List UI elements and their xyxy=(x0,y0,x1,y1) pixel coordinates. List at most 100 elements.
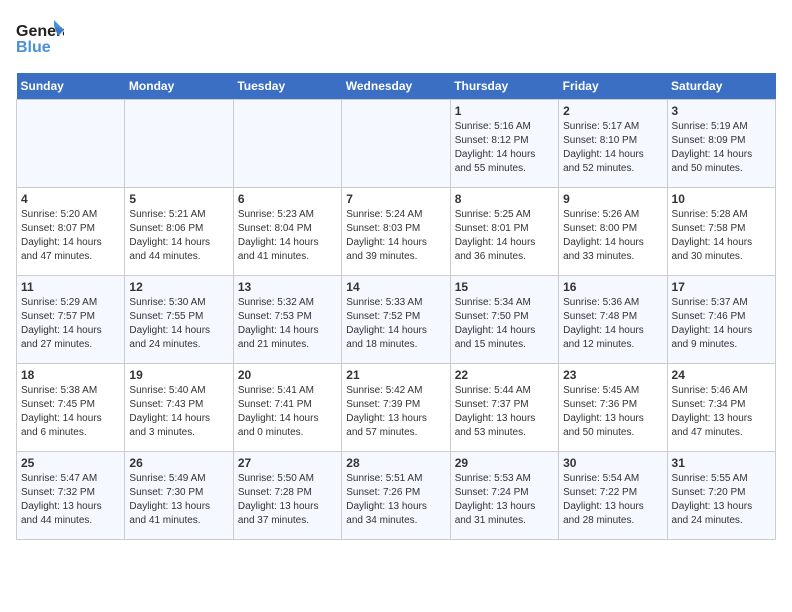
calendar-cell: 22 Sunrise: 5:44 AM Sunset: 7:37 PM Dayli… xyxy=(450,364,558,452)
calendar-week-row: 1 Sunrise: 5:16 AM Sunset: 8:12 PM Daylig… xyxy=(17,100,776,188)
calendar-cell: 27Sunrise: 5:50 AM Sunset: 7:28 PM Dayli… xyxy=(233,452,341,540)
day-info: Sunrise: 5:29 AM Sunset: 7:57 PM Dayligh… xyxy=(21,296,120,352)
calendar-cell: 13 Sunrise: 5:32 AM Sunset: 7:53 PM Dayli… xyxy=(233,276,341,364)
day-number: 14 xyxy=(346,280,445,294)
day-number: 30 xyxy=(563,456,662,470)
calendar-week-row: 25 Sunrise: 5:47 AM Sunset: 7:32 PM Dayli… xyxy=(17,452,776,540)
day-number: 23 xyxy=(563,368,662,382)
day-number: 1 xyxy=(455,104,554,118)
header-tuesday: Tuesday xyxy=(233,73,341,100)
header-saturday: Saturday xyxy=(667,73,775,100)
day-number: 17 xyxy=(672,280,771,294)
day-number: 18 xyxy=(21,368,120,382)
calendar-cell xyxy=(342,100,450,188)
calendar-cell: 4 Sunrise: 5:20 AM Sunset: 8:07 PM Daylig… xyxy=(17,188,125,276)
day-info: Sunrise: 5:28 AM Sunset: 7:58 PM Dayligh… xyxy=(672,208,771,264)
header-thursday: Thursday xyxy=(450,73,558,100)
day-info: Sunrise: 5:40 AM Sunset: 7:43 PM Dayligh… xyxy=(129,384,228,440)
day-number: 8 xyxy=(455,192,554,206)
day-number: 19 xyxy=(129,368,228,382)
day-number: 10 xyxy=(672,192,771,206)
day-number: 13 xyxy=(238,280,337,294)
calendar-cell: 17 Sunrise: 5:37 AM Sunset: 7:46 PM Dayli… xyxy=(667,276,775,364)
day-number: 22 xyxy=(455,368,554,382)
day-info: Sunrise: 5:30 AM Sunset: 7:55 PM Dayligh… xyxy=(129,296,228,352)
svg-text:Blue: Blue xyxy=(16,39,51,56)
calendar-week-row: 18 Sunrise: 5:38 AM Sunset: 7:45 PM Dayli… xyxy=(17,364,776,452)
day-number: 11 xyxy=(21,280,120,294)
calendar-cell: 10 Sunrise: 5:28 AM Sunset: 7:58 PM Dayli… xyxy=(667,188,775,276)
day-info: Sunrise: 5:38 AM Sunset: 7:45 PM Dayligh… xyxy=(21,384,120,440)
day-number: 9 xyxy=(563,192,662,206)
calendar-cell: 16 Sunrise: 5:36 AM Sunset: 7:48 PM Dayli… xyxy=(559,276,667,364)
day-info: Sunrise: 5:32 AM Sunset: 7:53 PM Dayligh… xyxy=(238,296,337,352)
day-info: Sunrise: 5:25 AM Sunset: 8:01 PM Dayligh… xyxy=(455,208,554,264)
calendar-cell: 26 Sunrise: 5:49 AM Sunset: 7:30 PM Dayli… xyxy=(125,452,233,540)
day-number: 4 xyxy=(21,192,120,206)
day-info: Sunrise: 5:54 AM Sunset: 7:22 PM Dayligh… xyxy=(563,472,662,528)
calendar-cell: 12 Sunrise: 5:30 AM Sunset: 7:55 PM Dayli… xyxy=(125,276,233,364)
calendar-cell: 2 Sunrise: 5:17 AM Sunset: 8:10 PM Daylig… xyxy=(559,100,667,188)
day-info: Sunrise: 5:47 AM Sunset: 7:32 PM Dayligh… xyxy=(21,472,120,528)
calendar-cell: 24 Sunrise: 5:46 AM Sunset: 7:34 PM Dayli… xyxy=(667,364,775,452)
calendar-cell: 25 Sunrise: 5:47 AM Sunset: 7:32 PM Dayli… xyxy=(17,452,125,540)
calendar-cell: 19 Sunrise: 5:40 AM Sunset: 7:43 PM Dayli… xyxy=(125,364,233,452)
day-number: 31 xyxy=(672,456,771,470)
day-info: Sunrise: 5:34 AM Sunset: 7:50 PM Dayligh… xyxy=(455,296,554,352)
logo: General Blue xyxy=(16,16,64,61)
day-number: 5 xyxy=(129,192,228,206)
calendar-cell xyxy=(125,100,233,188)
day-info: Sunrise: 5:50 AM Sunset: 7:28 PM Dayligh… xyxy=(238,472,337,528)
calendar-cell: 9 Sunrise: 5:26 AM Sunset: 8:00 PM Daylig… xyxy=(559,188,667,276)
header-sunday: Sunday xyxy=(17,73,125,100)
logo-icon: General Blue xyxy=(16,16,64,61)
day-number: 26 xyxy=(129,456,228,470)
page-header: General Blue xyxy=(16,16,776,61)
day-info: Sunrise: 5:21 AM Sunset: 8:06 PM Dayligh… xyxy=(129,208,228,264)
day-number: 21 xyxy=(346,368,445,382)
day-number: 28 xyxy=(346,456,445,470)
day-number: 12 xyxy=(129,280,228,294)
day-number: 6 xyxy=(238,192,337,206)
day-number: 24 xyxy=(672,368,771,382)
day-info: Sunrise: 5:45 AM Sunset: 7:36 PM Dayligh… xyxy=(563,384,662,440)
day-number: 16 xyxy=(563,280,662,294)
header-wednesday: Wednesday xyxy=(342,73,450,100)
day-number: 7 xyxy=(346,192,445,206)
calendar-cell: 21 Sunrise: 5:42 AM Sunset: 7:39 PM Dayli… xyxy=(342,364,450,452)
calendar-cell: 18 Sunrise: 5:38 AM Sunset: 7:45 PM Dayli… xyxy=(17,364,125,452)
calendar-cell: 6 Sunrise: 5:23 AM Sunset: 8:04 PM Daylig… xyxy=(233,188,341,276)
calendar-cell xyxy=(17,100,125,188)
day-info: Sunrise: 5:41 AM Sunset: 7:41 PM Dayligh… xyxy=(238,384,337,440)
day-number: 2 xyxy=(563,104,662,118)
calendar-cell: 5 Sunrise: 5:21 AM Sunset: 8:06 PM Daylig… xyxy=(125,188,233,276)
day-number: 25 xyxy=(21,456,120,470)
day-number: 29 xyxy=(455,456,554,470)
calendar-cell xyxy=(233,100,341,188)
calendar-header-row: SundayMondayTuesdayWednesdayThursdayFrid… xyxy=(17,73,776,100)
calendar-cell: 1 Sunrise: 5:16 AM Sunset: 8:12 PM Daylig… xyxy=(450,100,558,188)
calendar-week-row: 11 Sunrise: 5:29 AM Sunset: 7:57 PM Dayli… xyxy=(17,276,776,364)
day-info: Sunrise: 5:44 AM Sunset: 7:37 PM Dayligh… xyxy=(455,384,554,440)
calendar-cell: 31 Sunrise: 5:55 AM Sunset: 7:20 PM Dayli… xyxy=(667,452,775,540)
day-info: Sunrise: 5:23 AM Sunset: 8:04 PM Dayligh… xyxy=(238,208,337,264)
calendar-table: SundayMondayTuesdayWednesdayThursdayFrid… xyxy=(16,73,776,540)
day-info: Sunrise: 5:55 AM Sunset: 7:20 PM Dayligh… xyxy=(672,472,771,528)
day-info: Sunrise: 5:20 AM Sunset: 8:07 PM Dayligh… xyxy=(21,208,120,264)
day-info: Sunrise: 5:37 AM Sunset: 7:46 PM Dayligh… xyxy=(672,296,771,352)
day-info: Sunrise: 5:49 AM Sunset: 7:30 PM Dayligh… xyxy=(129,472,228,528)
day-number: 20 xyxy=(238,368,337,382)
calendar-cell: 28 Sunrise: 5:51 AM Sunset: 7:26 PM Dayli… xyxy=(342,452,450,540)
day-info: Sunrise: 5:26 AM Sunset: 8:00 PM Dayligh… xyxy=(563,208,662,264)
day-info: Sunrise: 5:36 AM Sunset: 7:48 PM Dayligh… xyxy=(563,296,662,352)
day-number: 3 xyxy=(672,104,771,118)
day-info: Sunrise: 5:51 AM Sunset: 7:26 PM Dayligh… xyxy=(346,472,445,528)
day-info: Sunrise: 5:17 AM Sunset: 8:10 PM Dayligh… xyxy=(563,120,662,176)
header-monday: Monday xyxy=(125,73,233,100)
day-info: Sunrise: 5:46 AM Sunset: 7:34 PM Dayligh… xyxy=(672,384,771,440)
calendar-cell: 20 Sunrise: 5:41 AM Sunset: 7:41 PM Dayli… xyxy=(233,364,341,452)
day-info: Sunrise: 5:42 AM Sunset: 7:39 PM Dayligh… xyxy=(346,384,445,440)
day-info: Sunrise: 5:16 AM Sunset: 8:12 PM Dayligh… xyxy=(455,120,554,176)
calendar-cell: 14 Sunrise: 5:33 AM Sunset: 7:52 PM Dayli… xyxy=(342,276,450,364)
day-info: Sunrise: 5:33 AM Sunset: 7:52 PM Dayligh… xyxy=(346,296,445,352)
